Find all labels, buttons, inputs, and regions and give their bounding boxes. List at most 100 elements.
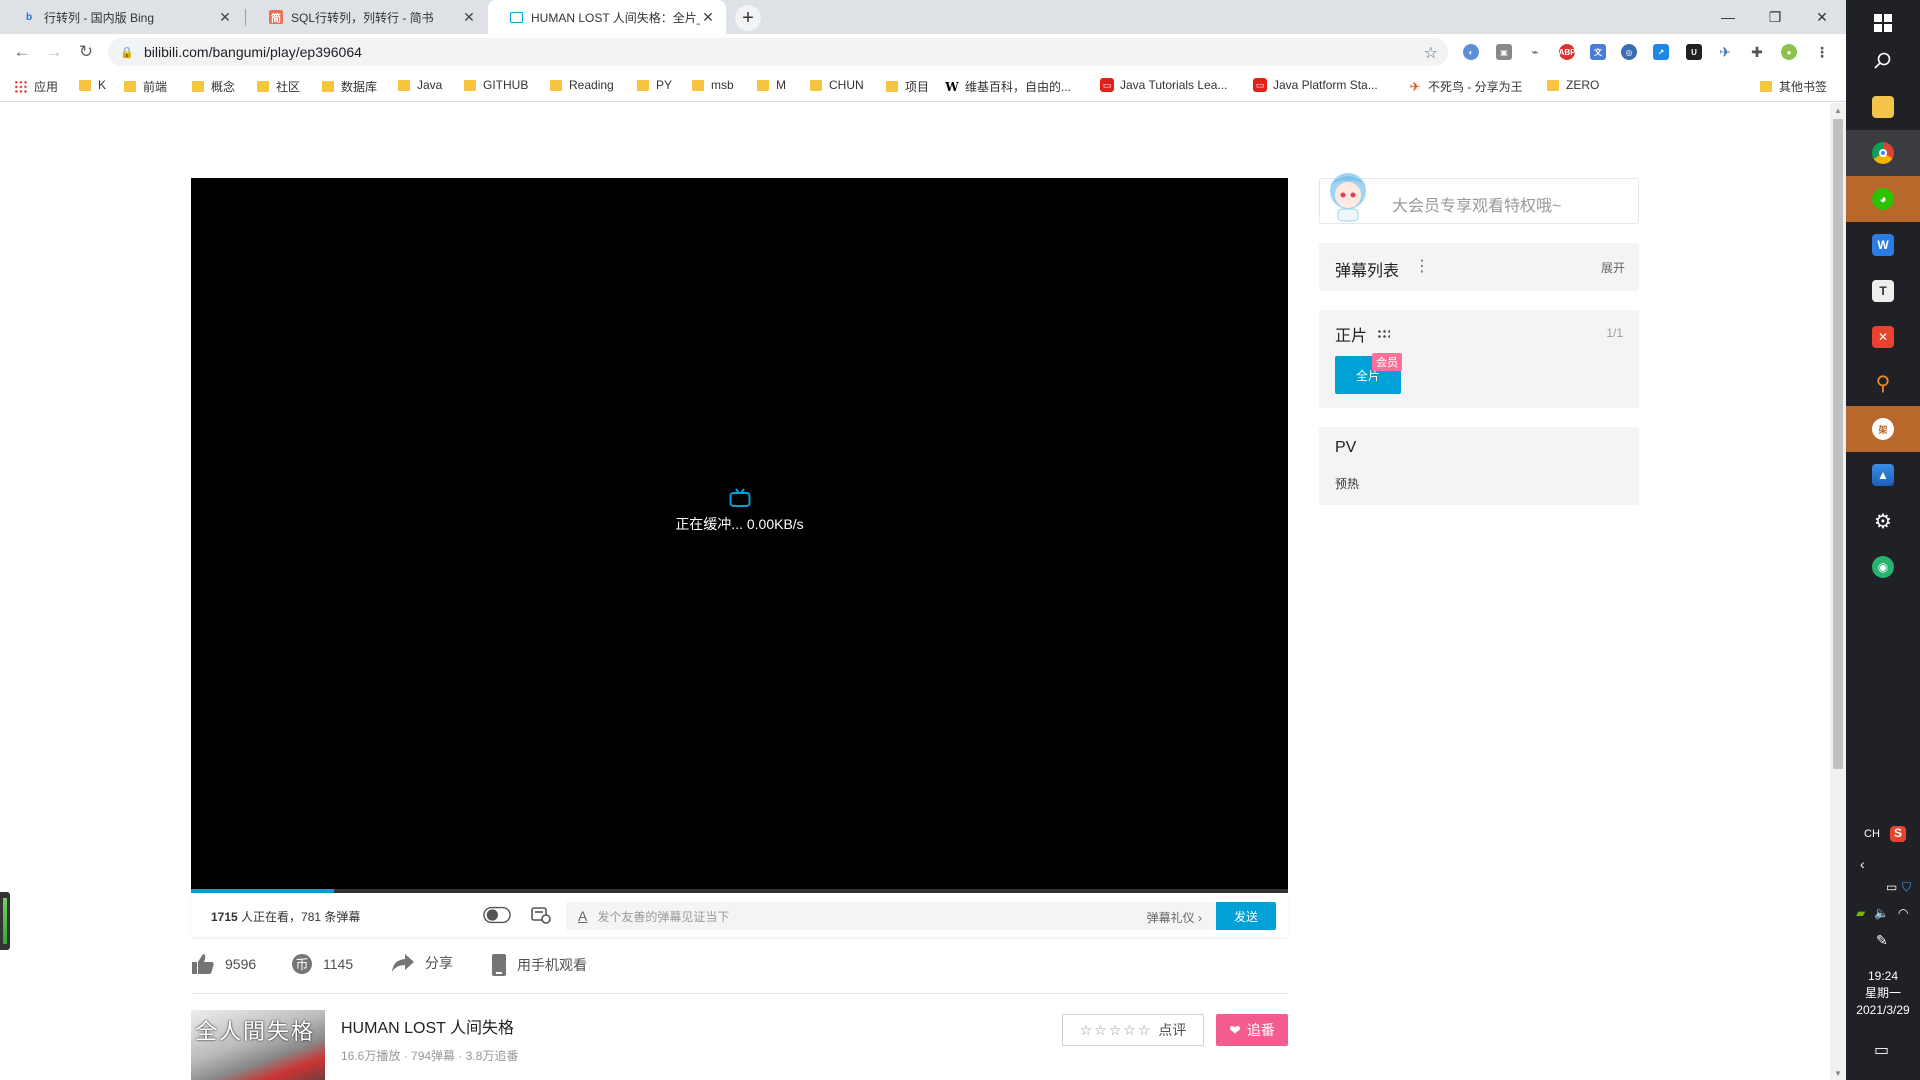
tab-bilibili[interactable]: HUMAN LOST 人间失格：全片_ ✕ bbox=[488, 0, 726, 34]
edge-widget[interactable] bbox=[0, 892, 10, 950]
pv-item[interactable]: 预热 bbox=[1335, 475, 1359, 492]
back-button[interactable]: ← bbox=[10, 40, 34, 64]
volume-icon[interactable]: 🔈 bbox=[1874, 906, 1889, 920]
bookmark-folder[interactable]: 概念 bbox=[192, 78, 235, 95]
video-player[interactable]: 正在缓冲... 0.00KB/s bbox=[191, 178, 1288, 890]
taskbar-everything[interactable]: ⚲ bbox=[1846, 360, 1920, 406]
other-bookmarks[interactable]: 其他书签 bbox=[1760, 78, 1827, 95]
reload-button[interactable]: ↻ bbox=[74, 40, 98, 64]
taskbar-wps[interactable]: W bbox=[1846, 222, 1920, 268]
rate-button[interactable]: ☆☆☆☆☆ 点评 bbox=[1062, 1014, 1204, 1046]
sogou-ime-icon[interactable]: S bbox=[1890, 826, 1906, 842]
coin-button[interactable]: 币 1145 bbox=[291, 953, 353, 975]
bookmark-oracle[interactable]: ▭ Java Tutorials Lea... bbox=[1100, 78, 1227, 92]
bookmark-oracle[interactable]: ▭ Java Platform Sta... bbox=[1253, 78, 1378, 92]
minimize-button[interactable]: — bbox=[1706, 0, 1750, 34]
address-bar[interactable]: 🔒 bilibili.com/bangumi/play/ep396064 ☆ bbox=[108, 38, 1448, 66]
scroll-down-arrow[interactable]: ▼ bbox=[1830, 1066, 1846, 1080]
nvidia-icon[interactable]: ▰ bbox=[1856, 906, 1865, 920]
bookmark-folder[interactable]: PY bbox=[637, 78, 672, 92]
close-window-button[interactable]: ✕ bbox=[1800, 0, 1844, 34]
bookmark-folder[interactable]: msb bbox=[692, 78, 734, 92]
forward-button[interactable]: → bbox=[42, 40, 66, 64]
bookmark-star-icon[interactable]: ☆ bbox=[1424, 43, 1438, 63]
bookmark-folder[interactable]: Java bbox=[398, 78, 442, 92]
bookmark-label: PY bbox=[656, 78, 673, 92]
media-title[interactable]: HUMAN LOST 人间失格 bbox=[341, 1014, 514, 1038]
extension-icon[interactable]: ◐ bbox=[1463, 44, 1479, 60]
chevron-left-icon[interactable]: ‹ bbox=[1860, 856, 1865, 872]
search-button[interactable] bbox=[1846, 38, 1920, 84]
share-button[interactable]: 分享 bbox=[391, 953, 453, 973]
bookmark-folder[interactable]: 项目 bbox=[886, 78, 929, 95]
taskbar-chrome[interactable] bbox=[1846, 130, 1920, 176]
bookmark-folder[interactable]: ZERO bbox=[1547, 78, 1599, 92]
danmaku-settings-icon[interactable] bbox=[527, 905, 555, 925]
bookmark-folder[interactable]: 前端 bbox=[124, 78, 167, 95]
danmaku-toggle[interactable] bbox=[483, 905, 511, 925]
bookmark-label: ZERO bbox=[1566, 78, 1600, 92]
bookmark-folder[interactable]: CHUN bbox=[810, 78, 864, 92]
font-style-icon[interactable]: A bbox=[578, 908, 587, 924]
follow-button[interactable]: ❤ 追番 bbox=[1216, 1014, 1288, 1046]
bookmark-bird[interactable]: ✈ 不死鸟 - 分享为王 bbox=[1408, 78, 1523, 95]
extension-icon[interactable]: ◎ bbox=[1621, 44, 1637, 60]
vip-banner[interactable]: 大会员专享观看特权哦~ bbox=[1319, 173, 1639, 224]
tab-jianshu[interactable]: 简 SQL行转列，列转行 - 简书 ✕ bbox=[247, 0, 487, 34]
restore-button[interactable]: ❐ bbox=[1753, 0, 1797, 34]
bookmark-folder[interactable]: M bbox=[757, 78, 786, 92]
extension-icon[interactable]: U bbox=[1686, 44, 1702, 60]
close-icon[interactable]: ✕ bbox=[461, 9, 477, 25]
bookmark-wiki[interactable]: W 维基百科，自由的... bbox=[945, 78, 1071, 95]
taskbar-typora[interactable]: T bbox=[1846, 268, 1920, 314]
taskbar-app[interactable]: 架 bbox=[1846, 406, 1920, 452]
watch-on-phone-button[interactable]: 用手机观看 bbox=[491, 953, 587, 977]
extension-icon[interactable]: ✈ bbox=[1717, 44, 1733, 60]
scrollbar-thumb[interactable] bbox=[1833, 119, 1843, 769]
extension-icon[interactable]: ⌁ bbox=[1527, 44, 1543, 60]
bookmark-folder[interactable]: 数据库 bbox=[322, 78, 377, 95]
taskbar-photos[interactable]: ▲ bbox=[1846, 452, 1920, 498]
bookmark-apps[interactable]: 应用 bbox=[14, 78, 58, 95]
grid-view-icon[interactable] bbox=[1377, 329, 1391, 339]
bookmark-folder[interactable]: K bbox=[79, 78, 106, 92]
bookmark-folder[interactable]: Reading bbox=[550, 78, 614, 92]
scroll-up-arrow[interactable]: ▲ bbox=[1830, 103, 1846, 117]
avatar[interactable]: ● bbox=[1781, 44, 1797, 60]
extension-icon[interactable]: ▣ bbox=[1496, 44, 1512, 60]
input-language[interactable]: CH bbox=[1864, 828, 1880, 840]
bookmark-folder[interactable]: GITHUB bbox=[464, 78, 528, 92]
translate-icon[interactable]: 文 bbox=[1590, 44, 1606, 60]
close-icon[interactable]: ✕ bbox=[700, 9, 716, 25]
taskbar-settings[interactable]: ⚙ bbox=[1846, 498, 1920, 544]
notification-icon[interactable]: ▭ bbox=[1874, 1040, 1889, 1060]
wifi-icon[interactable]: ◠ bbox=[1898, 906, 1908, 920]
like-button[interactable]: 9596 bbox=[191, 953, 256, 975]
danmaku-etiquette-link[interactable]: 弹幕礼仪 › bbox=[1147, 909, 1202, 926]
shield-icon[interactable]: ⛉ bbox=[1902, 880, 1911, 895]
send-danmaku-button[interactable]: 发送 bbox=[1216, 902, 1276, 930]
close-icon[interactable]: ✕ bbox=[217, 9, 233, 25]
new-tab-button[interactable]: + bbox=[735, 5, 761, 31]
media-cover[interactable]: 全人間失格 bbox=[191, 1010, 325, 1080]
menu-icon[interactable]: ⋮ bbox=[1814, 44, 1830, 60]
page-scrollbar[interactable]: ▲ ▼ bbox=[1830, 103, 1846, 1080]
more-options-icon[interactable]: ⋮ bbox=[1414, 256, 1430, 276]
episode-button[interactable]: 全片 会员 bbox=[1335, 353, 1402, 394]
taskbar-app-green[interactable]: ◉ bbox=[1846, 544, 1920, 590]
bookmark-folder[interactable]: 社区 bbox=[257, 78, 300, 95]
danmaku-input[interactable]: A 发个友善的弹幕见证当下 弹幕礼仪 › bbox=[566, 902, 1216, 930]
taskbar-xmind[interactable]: ✕ bbox=[1846, 314, 1920, 360]
clock[interactable]: 19:24 星期一 2021/3/29 bbox=[1846, 968, 1920, 1019]
taskbar-file-explorer[interactable] bbox=[1846, 84, 1920, 130]
cover-title: 全人間失格 bbox=[195, 1020, 316, 1045]
pen-icon[interactable]: ✎ bbox=[1876, 932, 1888, 949]
taskbar-wechat[interactable]: ◕ bbox=[1846, 176, 1920, 222]
tray-icon[interactable]: ▭ bbox=[1886, 880, 1897, 894]
tab-bing[interactable]: b 行转列 - 国内版 Bing ✕ bbox=[0, 0, 243, 34]
episodes-title-text: 正片 bbox=[1335, 328, 1368, 345]
extension-icon[interactable]: ↗ bbox=[1653, 44, 1669, 60]
puzzle-icon[interactable]: ✚ bbox=[1749, 44, 1765, 60]
adblock-icon[interactable]: ABP bbox=[1559, 44, 1575, 60]
expand-button[interactable]: 展开 bbox=[1601, 259, 1625, 276]
